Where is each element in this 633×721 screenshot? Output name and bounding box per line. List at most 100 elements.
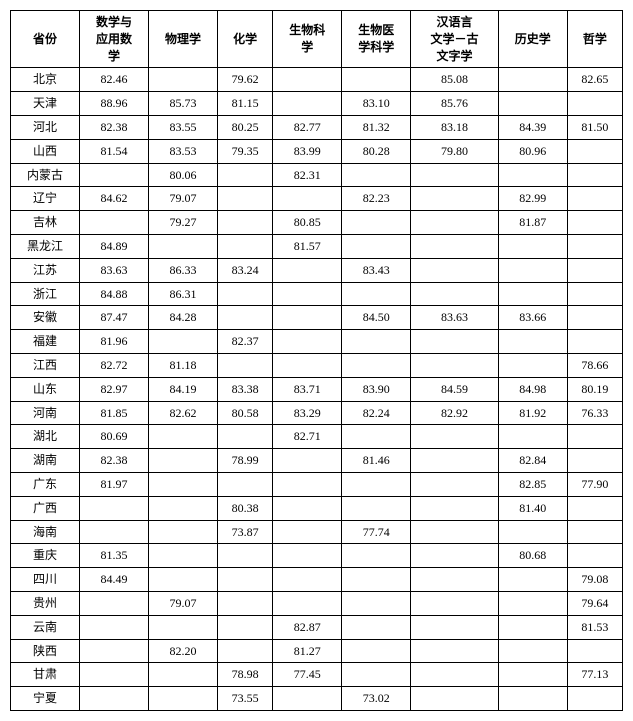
score-cell [411, 425, 498, 449]
score-cell [411, 496, 498, 520]
score-cell [567, 330, 622, 354]
score-cell: 77.90 [567, 472, 622, 496]
score-cell: 85.73 [149, 92, 218, 116]
score-cell [149, 234, 218, 258]
score-cell: 80.68 [498, 544, 567, 568]
score-cell [567, 163, 622, 187]
score-cell: 82.97 [80, 377, 149, 401]
score-cell [218, 234, 273, 258]
score-cell: 80.28 [342, 139, 411, 163]
score-cell [218, 163, 273, 187]
score-cell [218, 591, 273, 615]
score-cell [411, 639, 498, 663]
score-cell: 81.50 [567, 115, 622, 139]
score-cell [273, 68, 342, 92]
header-philosophy: 哲学 [567, 11, 622, 68]
score-cell [411, 449, 498, 473]
score-cell [567, 496, 622, 520]
score-cell [218, 353, 273, 377]
province-cell: 贵州 [11, 591, 80, 615]
score-cell: 82.87 [273, 615, 342, 639]
score-cell [342, 496, 411, 520]
province-cell: 甘肃 [11, 663, 80, 687]
score-cell: 78.66 [567, 353, 622, 377]
score-cell [218, 187, 273, 211]
score-cell: 83.71 [273, 377, 342, 401]
score-cell [80, 591, 149, 615]
header-biomed: 生物医学科学 [342, 11, 411, 68]
score-cell [218, 544, 273, 568]
score-cell: 80.25 [218, 115, 273, 139]
score-cell [342, 163, 411, 187]
score-cell: 81.32 [342, 115, 411, 139]
score-cell: 86.31 [149, 282, 218, 306]
score-cell: 79.08 [567, 568, 622, 592]
score-cell [342, 353, 411, 377]
score-cell [411, 258, 498, 282]
province-cell: 福建 [11, 330, 80, 354]
score-cell: 83.66 [498, 306, 567, 330]
score-cell [273, 187, 342, 211]
score-cell: 77.13 [567, 663, 622, 687]
province-cell: 黑龙江 [11, 234, 80, 258]
score-cell [567, 425, 622, 449]
score-cell: 79.80 [411, 139, 498, 163]
score-cell [498, 568, 567, 592]
score-cell [498, 615, 567, 639]
score-cell: 84.28 [149, 306, 218, 330]
score-cell [411, 687, 498, 711]
score-cell: 84.50 [342, 306, 411, 330]
score-cell [273, 353, 342, 377]
score-cell [80, 211, 149, 235]
header-chinese: 汉语言文学－古文字学 [411, 11, 498, 68]
score-cell [342, 544, 411, 568]
score-cell [411, 591, 498, 615]
score-cell [80, 520, 149, 544]
province-cell: 天津 [11, 92, 80, 116]
score-cell: 82.62 [149, 401, 218, 425]
score-cell [411, 568, 498, 592]
province-cell: 陕西 [11, 639, 80, 663]
score-cell [218, 211, 273, 235]
score-cell: 81.27 [273, 639, 342, 663]
score-cell: 82.85 [498, 472, 567, 496]
score-cell [342, 591, 411, 615]
score-cell [411, 472, 498, 496]
score-cell: 81.97 [80, 472, 149, 496]
province-cell: 吉林 [11, 211, 80, 235]
score-cell: 82.77 [273, 115, 342, 139]
province-cell: 河北 [11, 115, 80, 139]
score-cell [80, 163, 149, 187]
score-cell [342, 568, 411, 592]
score-cell: 79.27 [149, 211, 218, 235]
score-cell: 80.58 [218, 401, 273, 425]
province-cell: 江苏 [11, 258, 80, 282]
score-cell [498, 92, 567, 116]
score-cell: 82.99 [498, 187, 567, 211]
score-cell [342, 615, 411, 639]
province-cell: 湖北 [11, 425, 80, 449]
score-cell: 85.76 [411, 92, 498, 116]
score-cell [273, 568, 342, 592]
score-cell: 81.46 [342, 449, 411, 473]
score-cell: 83.55 [149, 115, 218, 139]
province-cell: 内蒙古 [11, 163, 80, 187]
scores-table: 省份 数学与应用数学 物理学 化学 生物科学 生物医学科学 汉语言文学－古文字学… [10, 10, 623, 711]
score-cell [80, 663, 149, 687]
score-cell [149, 68, 218, 92]
score-cell: 86.33 [149, 258, 218, 282]
province-cell: 广东 [11, 472, 80, 496]
province-cell: 重庆 [11, 544, 80, 568]
score-cell: 82.24 [342, 401, 411, 425]
score-cell: 81.85 [80, 401, 149, 425]
score-cell: 81.18 [149, 353, 218, 377]
score-cell: 83.38 [218, 377, 273, 401]
score-cell [342, 234, 411, 258]
score-cell [149, 449, 218, 473]
score-cell: 81.54 [80, 139, 149, 163]
score-cell: 82.23 [342, 187, 411, 211]
score-cell: 80.69 [80, 425, 149, 449]
score-cell [411, 211, 498, 235]
score-cell: 84.62 [80, 187, 149, 211]
score-cell [498, 163, 567, 187]
